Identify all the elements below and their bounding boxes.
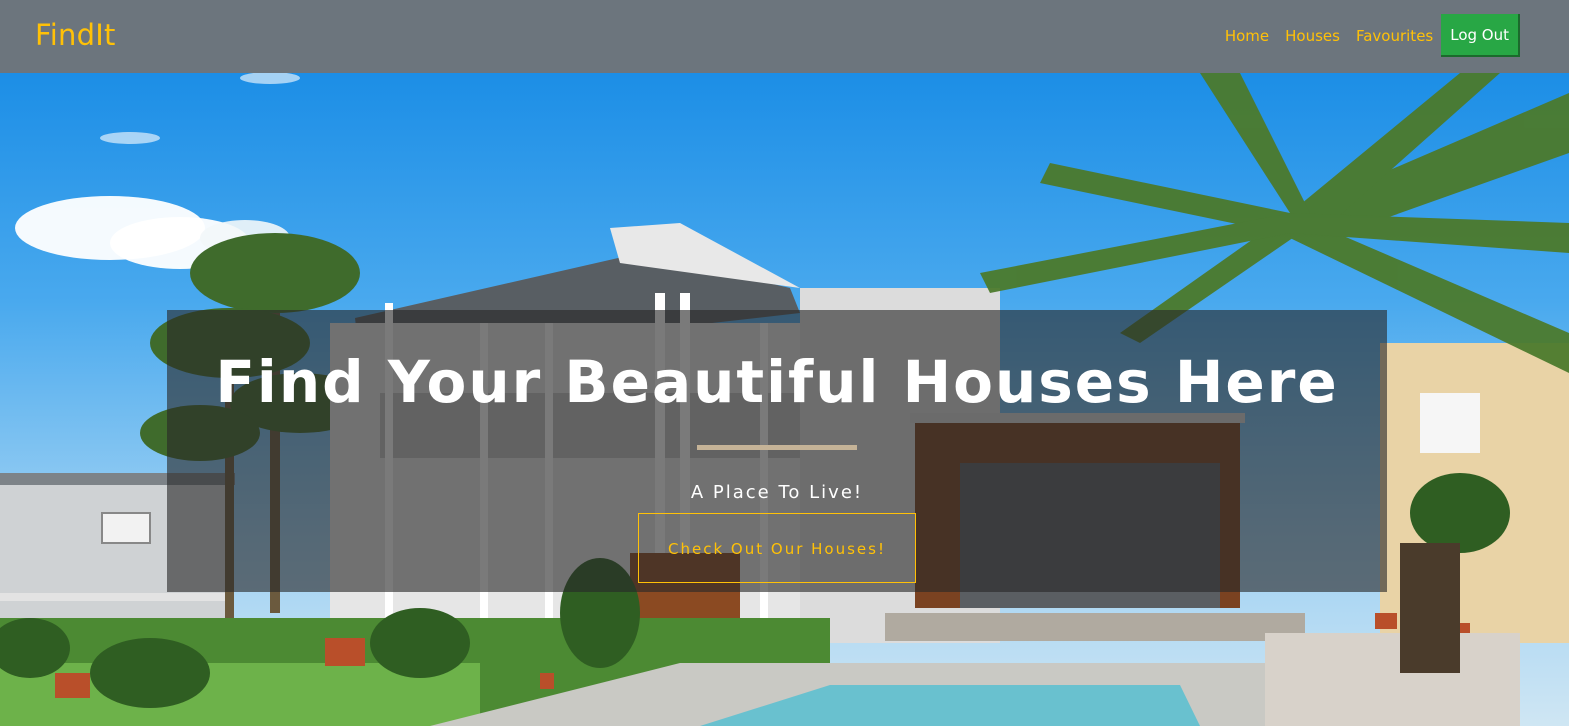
- navbar: FindIt Home Houses Favourites Log Out: [0, 0, 1569, 73]
- logout-button[interactable]: Log Out: [1441, 14, 1520, 57]
- hero-tagline: A Place To Live!: [690, 482, 864, 503]
- hero-title: Find Your Beautiful Houses Here: [215, 348, 1339, 416]
- title-divider: [697, 445, 857, 450]
- nav-link-favourites[interactable]: Favourites: [1356, 27, 1433, 45]
- hero-overlay: Find Your Beautiful Houses Here A Place …: [167, 310, 1387, 592]
- nav-link-houses[interactable]: Houses: [1285, 27, 1340, 45]
- nav-link-home[interactable]: Home: [1225, 27, 1269, 45]
- brand-logo[interactable]: FindIt: [35, 18, 116, 52]
- nav-links: Home Houses Favourites Log Out: [1225, 14, 1520, 57]
- page: FindIt Home Houses Favourites Log Out Fi…: [0, 0, 1569, 726]
- check-out-houses-button[interactable]: Check Out Our Houses!: [638, 513, 916, 583]
